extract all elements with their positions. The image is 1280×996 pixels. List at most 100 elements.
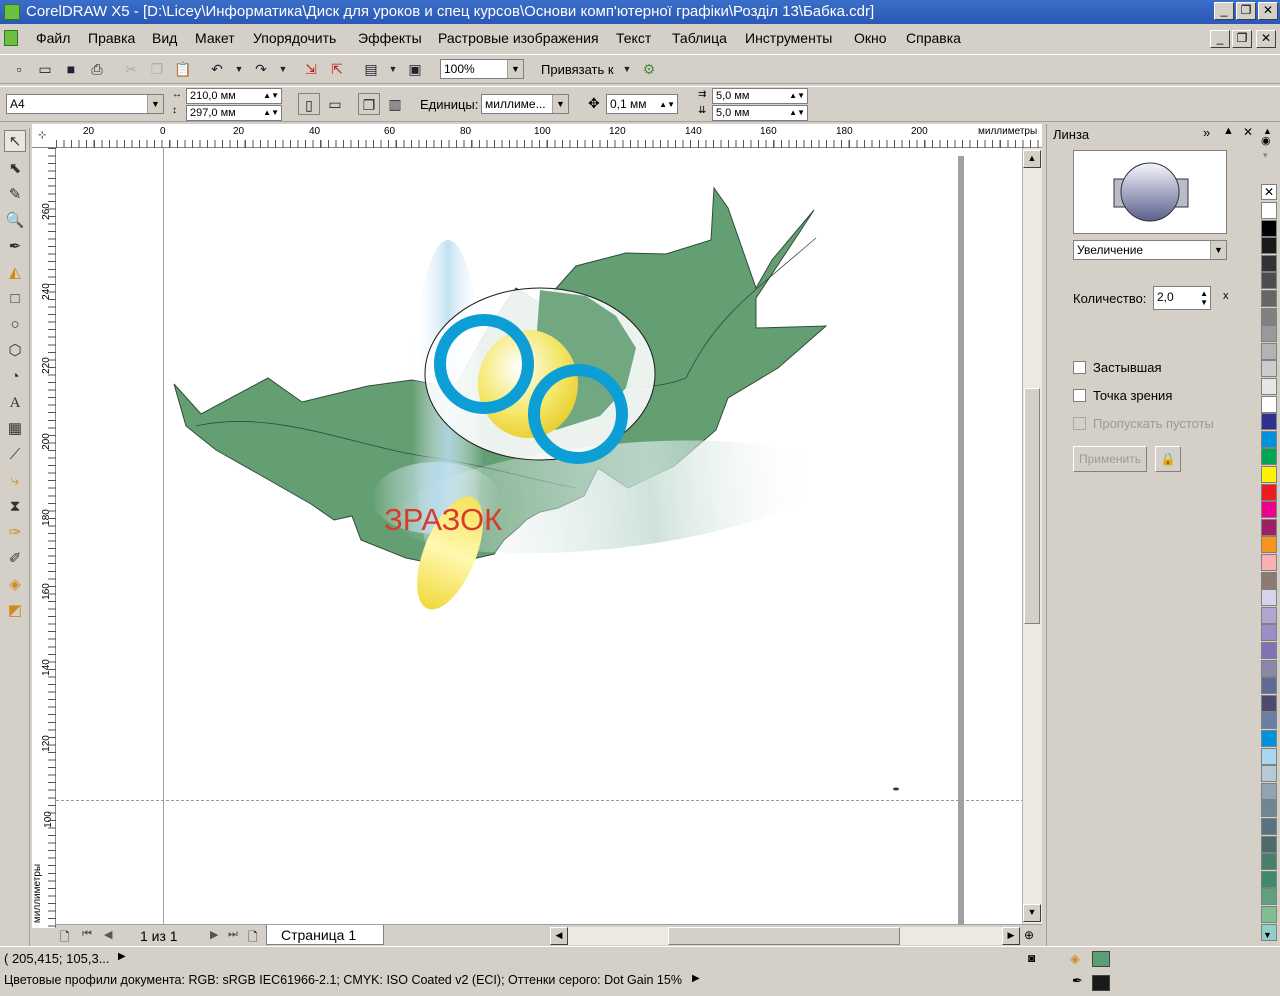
landscape-icon[interactable]: ▭	[324, 93, 346, 115]
color-swatch[interactable]	[1261, 202, 1277, 219]
redo-icon[interactable]: ↷	[250, 58, 272, 80]
duplicate-y-field[interactable]: 5,0 мм ▲▼	[712, 105, 808, 121]
horizontal-ruler[interactable]: ⊹ 20 0 20 40 60 80 100 120 140 160 180 2…	[32, 124, 1042, 148]
open-folder-icon[interactable]: ▭	[34, 58, 56, 80]
lens-type-select[interactable]: Увеличение ▼	[1073, 240, 1227, 260]
menu-bitmaps[interactable]: Растровые изображения	[438, 30, 599, 46]
last-page-icon[interactable]: ⏭	[228, 928, 238, 941]
ruler-origin-icon[interactable]: ⊹	[38, 130, 46, 141]
options-icon[interactable]: ⚙	[638, 58, 660, 80]
frozen-checkbox[interactable]	[1073, 361, 1086, 374]
color-swatch[interactable]	[1261, 483, 1277, 501]
color-swatch[interactable]	[1261, 378, 1277, 395]
color-swatch[interactable]	[1261, 888, 1277, 906]
paste-icon[interactable]: 📋	[172, 58, 194, 80]
redo-dropdown-icon[interactable]: ▼	[272, 58, 294, 80]
doc-close-button[interactable]: ✕	[1256, 30, 1276, 48]
color-swatch[interactable]	[1261, 290, 1277, 307]
save-icon[interactable]: ■	[60, 58, 82, 80]
dragonfly-artwork[interactable]	[56, 148, 1024, 926]
palette-expand-icon[interactable]: ▾	[1263, 150, 1268, 161]
dup-y-spinner[interactable]: ▲▼	[789, 106, 805, 120]
current-page-icon[interactable]: ▥	[384, 93, 406, 115]
outline-tool-icon[interactable]: ✐	[4, 548, 26, 570]
amount-spinner[interactable]: ▲ ▼	[1200, 289, 1208, 307]
undo-dropdown-icon[interactable]: ▼	[228, 58, 250, 80]
dimension-tool-icon[interactable]: ⟋	[4, 444, 26, 466]
color-swatch[interactable]	[1261, 395, 1277, 413]
scroll-down-button[interactable]: ▼	[1023, 904, 1041, 922]
outline-color-indicator[interactable]	[1092, 975, 1110, 991]
zoom-tool-icon[interactable]: 🔍	[4, 210, 26, 232]
prev-page-icon[interactable]: ◀	[104, 928, 112, 941]
close-button[interactable]: ✕	[1258, 2, 1278, 20]
freehand-tool-icon[interactable]: ✒	[4, 236, 26, 258]
color-swatch[interactable]	[1261, 870, 1277, 888]
color-swatch[interactable]	[1261, 730, 1277, 747]
pick-tool-icon[interactable]: ↖	[4, 130, 26, 152]
menu-table[interactable]: Таблица	[672, 30, 727, 46]
scroll-left-button[interactable]: ◀	[550, 927, 568, 945]
scroll-up-button[interactable]: ▲	[1023, 150, 1041, 168]
lock-button[interactable]: 🔒	[1155, 446, 1181, 472]
color-swatch[interactable]	[1261, 413, 1277, 431]
menu-edit[interactable]: Правка	[88, 30, 135, 46]
no-color-swatch[interactable]: ✕	[1261, 184, 1277, 200]
color-swatch[interactable]	[1261, 518, 1277, 536]
basic-shapes-tool-icon[interactable]: ◔	[4, 366, 26, 388]
color-swatch[interactable]	[1261, 642, 1277, 659]
color-swatch[interactable]	[1261, 800, 1277, 818]
shape-tool-icon[interactable]: ⬉	[4, 158, 26, 180]
page-size-select[interactable]: A4 ▼	[6, 94, 164, 114]
menu-arrange[interactable]: Упорядочить	[253, 30, 336, 46]
interactive-fill-tool-icon[interactable]: ◩	[4, 600, 26, 622]
color-swatch[interactable]	[1261, 466, 1277, 483]
color-swatch[interactable]	[1261, 307, 1277, 325]
undo-icon[interactable]: ↶	[206, 58, 228, 80]
color-swatch[interactable]	[1261, 554, 1277, 571]
smart-fill-tool-icon[interactable]: ◭	[4, 262, 26, 284]
vertical-scroll-thumb[interactable]	[1024, 388, 1040, 624]
height-spinner[interactable]: ▲▼	[263, 106, 279, 120]
color-swatch[interactable]	[1261, 254, 1277, 272]
application-launcher-icon[interactable]: ▤	[360, 58, 382, 80]
color-swatch[interactable]	[1261, 325, 1277, 343]
color-swatch[interactable]	[1261, 237, 1277, 255]
page-width-field[interactable]: 210,0 мм ▲▼	[186, 88, 282, 104]
palette-scroll-down-icon[interactable]: ▼	[1263, 930, 1272, 940]
color-swatch[interactable]	[1261, 853, 1277, 871]
snap-to-button[interactable]: Привязать к	[541, 62, 614, 77]
vertical-scrollbar[interactable]: ▲ ▼	[1022, 148, 1042, 928]
cut-icon[interactable]: ✂	[120, 58, 142, 80]
color-swatch[interactable]	[1261, 272, 1277, 290]
fill-tool-icon[interactable]: ◈	[4, 574, 26, 596]
rectangle-tool-icon[interactable]: □	[4, 288, 26, 310]
color-swatch[interactable]	[1261, 589, 1277, 607]
color-swatch[interactable]	[1261, 536, 1277, 554]
dup-x-spinner[interactable]: ▲▼	[789, 89, 805, 103]
zoom-level-select[interactable]: 100% ▼	[440, 59, 524, 79]
color-swatch[interactable]	[1261, 342, 1277, 360]
minimize-button[interactable]: _	[1214, 2, 1234, 20]
copy-icon[interactable]: ❐	[146, 58, 168, 80]
drawing-canvas[interactable]: ЗРАЗОК	[56, 148, 1024, 926]
stray-dot[interactable]	[893, 787, 899, 791]
ellipse-tool-icon[interactable]: ○	[4, 314, 26, 336]
menu-window[interactable]: Окно	[854, 30, 887, 46]
horizontal-scrollbar[interactable]: ◀ ▶	[550, 927, 1020, 945]
units-select[interactable]: миллиме... ▼	[481, 94, 569, 114]
table-tool-icon[interactable]: ▦	[4, 418, 26, 440]
skip-blanks-checkbox[interactable]	[1073, 417, 1086, 430]
color-swatch[interactable]	[1261, 571, 1277, 589]
color-swatch[interactable]	[1261, 765, 1277, 783]
portrait-icon[interactable]: ▯	[298, 93, 320, 115]
horizontal-scroll-thumb[interactable]	[668, 927, 900, 945]
palette-menu-icon[interactable]: ◉	[1261, 134, 1271, 147]
color-swatch[interactable]	[1261, 219, 1277, 237]
navigator-zoom-icon[interactable]: ⊕	[1024, 928, 1034, 942]
profiles-expand-icon[interactable]: ▶	[692, 973, 700, 984]
collapse-docker-icon[interactable]: ▲	[1223, 125, 1234, 137]
color-swatch[interactable]	[1261, 430, 1277, 448]
import-icon[interactable]: ⇲	[300, 58, 322, 80]
restore-button[interactable]: ❐	[1236, 2, 1256, 20]
